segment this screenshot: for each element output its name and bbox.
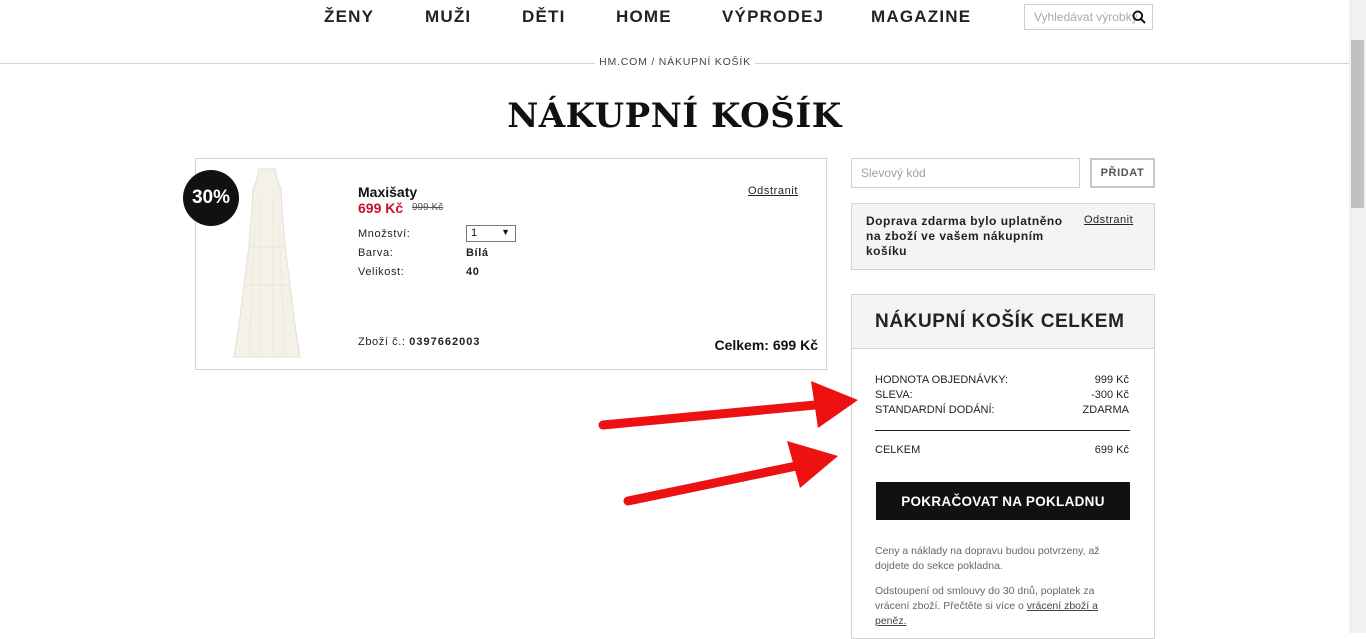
color-value: Bílá [466, 247, 489, 259]
color-label: Barva: [358, 247, 394, 259]
discount-value: -300 Kč [1091, 389, 1129, 401]
total-label: CELKEM [875, 444, 921, 456]
search-box [1024, 4, 1153, 30]
search-icon[interactable] [1132, 10, 1146, 24]
delivery-value: ZDARMA [1082, 404, 1129, 416]
search-input[interactable] [1025, 5, 1142, 29]
breadcrumb-divider-left [0, 63, 595, 64]
arrow-to-summary-total [623, 441, 838, 506]
nav-item-zeny[interactable]: ŽENY [324, 7, 374, 27]
price-confirmation-note: Ceny a náklady na dopravu budou potvrzen… [875, 545, 1100, 572]
size-label: Velikost: [358, 266, 405, 278]
nav-item-muzi[interactable]: MUŽI [425, 7, 471, 27]
remove-item-link[interactable]: Odstranit [748, 185, 798, 197]
top-navigation: ŽENY MUŽI DĚTI HOME VÝPRODEJ MAGAZINE [0, 0, 1349, 40]
order-value-label: HODNOTA OBJEDNÁVKY: [875, 374, 1009, 386]
discount-label: SLEVA: [875, 389, 913, 401]
item-total: Celkem: 699 Kč [714, 337, 818, 353]
checkout-button[interactable]: POKRAČOVAT NA POKLADNU [876, 482, 1130, 520]
returns-note: Odstoupení od smlouvy do 30 dnů, poplate… [875, 584, 1115, 629]
product-name[interactable]: Maxišaty [358, 184, 417, 200]
quantity-select[interactable]: 1 ▼ [466, 225, 516, 242]
breadcrumb[interactable]: HM.COM / NÁKUPNÍ KOŠÍK [595, 56, 755, 68]
nav-item-magazine[interactable]: MAGAZINE [871, 7, 971, 27]
product-old-price: 999 Kč [412, 202, 444, 213]
article-number: 0397662003 [409, 336, 481, 348]
total-value: 699 Kč [1094, 444, 1129, 456]
article-number-row: Zboží č.: 0397662003 [358, 336, 480, 348]
article-number-label: Zboží č.: [358, 336, 406, 348]
product-price: 699 Kč [358, 200, 404, 216]
discount-badge: 30% [183, 170, 239, 226]
arrow-to-summary-rows [598, 381, 858, 430]
remove-free-shipping-link[interactable]: Odstranit [1084, 214, 1133, 226]
nav-item-deti[interactable]: DĚTI [522, 7, 566, 27]
scrollbar-thumb[interactable] [1351, 40, 1364, 208]
cart-summary-title: NÁKUPNÍ KOŠÍK CELKEM [875, 311, 1125, 332]
order-value: 999 Kč [1094, 374, 1129, 386]
summary-divider [875, 430, 1130, 431]
size-value: 40 [466, 266, 480, 278]
promo-code-input[interactable] [851, 158, 1080, 188]
delivery-label: STANDARDNÍ DODÁNÍ: [875, 404, 995, 416]
add-promo-button[interactable]: PŘIDAT [1090, 158, 1155, 188]
product-image[interactable] [227, 165, 307, 361]
free-shipping-text: Doprava zdarma bylo uplatněno na zboží v… [866, 214, 1063, 258]
breadcrumb-divider-right [755, 63, 1349, 64]
nav-item-vyprodej[interactable]: VÝPRODEJ [722, 7, 824, 27]
nav-item-home[interactable]: HOME [616, 7, 672, 27]
quantity-value: 1 [471, 227, 478, 239]
page-title: NÁKUPNÍ KOŠÍK [507, 96, 842, 136]
chevron-down-icon: ▼ [501, 227, 510, 237]
quantity-label: Množství: [358, 228, 411, 240]
